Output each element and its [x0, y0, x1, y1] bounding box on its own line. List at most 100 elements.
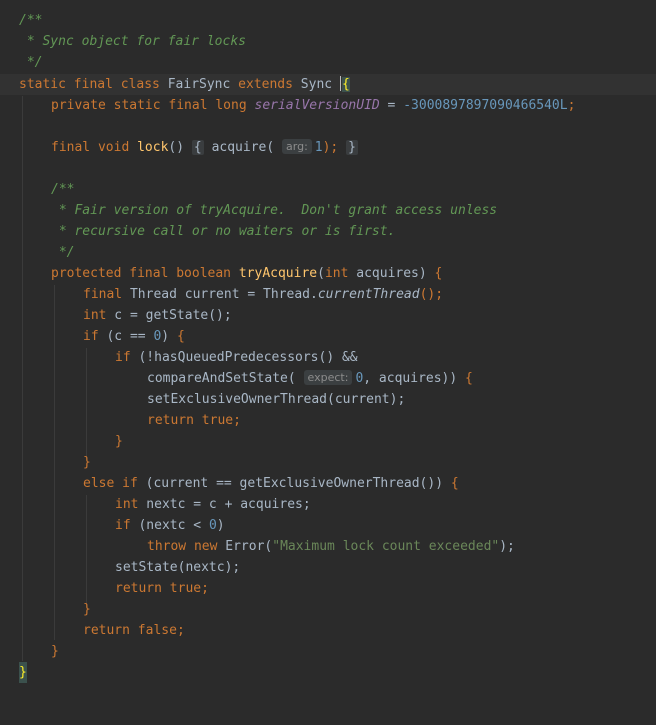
code-editor[interactable]: /** * Sync object for fair locks */ stat…	[0, 0, 656, 698]
doc-comment: * Sync object for fair locks	[19, 34, 246, 49]
code-line-3[interactable]: */	[0, 52, 656, 73]
semicolon: ;	[176, 623, 185, 638]
semicolon: ;	[233, 413, 241, 428]
folded-region-close[interactable]: }	[346, 140, 358, 155]
statement: throw new Error("Maximum lock count exce…	[147, 536, 515, 557]
code-line-13[interactable]: protected final boolean tryAcquire(int a…	[0, 263, 656, 284]
brace: }	[83, 602, 91, 617]
code-line-31[interactable]: }	[0, 641, 656, 662]
code-line-1[interactable]: /**	[0, 10, 656, 31]
parens: ()	[168, 140, 185, 155]
code-line-25[interactable]: if (nextc < 0)	[0, 515, 656, 536]
statement: int c = getState();	[83, 305, 232, 326]
super-class: Sync	[300, 77, 333, 92]
doc-comment: /**	[19, 13, 43, 28]
class-name: FairSync	[167, 77, 231, 92]
parameter-hint: arg:	[282, 139, 312, 154]
code-line-22[interactable]: }	[0, 452, 656, 473]
code-text: ();	[419, 287, 444, 302]
operator: =	[379, 98, 404, 113]
method-lock: final void lock() { acquire( arg: 1); }	[51, 137, 358, 158]
keyword: if	[83, 329, 99, 344]
code-text: Thread current = Thread.	[122, 287, 318, 302]
code-line-20[interactable]: return true;	[0, 410, 656, 431]
code-line-7[interactable]: final void lock() { acquire( arg: 1); }	[0, 137, 656, 158]
code-text: )	[216, 518, 225, 533]
number-literal: -3000897897090466540L	[403, 98, 568, 113]
doc-comment: */	[51, 245, 75, 260]
statement: int nextc = c + acquires;	[115, 494, 311, 515]
statement: if (c == 0) {	[83, 326, 185, 347]
code-line-10[interactable]: * Fair version of tryAcquire. Don't gran…	[0, 200, 656, 221]
code-line-27[interactable]: setState(nextc);	[0, 557, 656, 578]
code-line-17[interactable]: if (!hasQueuedPredecessors() &&	[0, 347, 656, 368]
paren: (	[266, 140, 275, 155]
keyword: return	[147, 413, 194, 428]
code-line-14[interactable]: final Thread current = Thread.currentThr…	[0, 284, 656, 305]
text-caret	[339, 76, 341, 91]
code-line-21[interactable]: }	[0, 431, 656, 452]
code-text: nextc = c + acquires;	[138, 497, 311, 512]
brace: {	[434, 266, 443, 281]
static-call: currentThread	[317, 287, 420, 302]
boolean-literal: false	[137, 623, 177, 638]
code-line-15[interactable]: int c = getState();	[0, 305, 656, 326]
code-line-5[interactable]: private static final long serialVersionU…	[0, 95, 656, 116]
keyword: final void	[51, 140, 130, 155]
keyword: int	[83, 308, 107, 323]
matched-brace: }	[19, 662, 27, 683]
brace: }	[83, 455, 91, 470]
brace: {	[176, 329, 185, 344]
code-line-9[interactable]: /**	[0, 179, 656, 200]
keyword: return	[83, 623, 130, 638]
keyword: extends	[238, 77, 293, 92]
keyword: protected final boolean	[51, 266, 232, 281]
param-name: acquires	[356, 266, 419, 281]
code-line-32[interactable]: }	[0, 662, 656, 683]
code-line-24[interactable]: int nextc = c + acquires;	[0, 494, 656, 515]
paren: )	[418, 266, 427, 281]
keyword: private static final long	[51, 98, 247, 113]
statement: final Thread current = Thread.currentThr…	[83, 284, 443, 305]
code-line-16[interactable]: if (c == 0) {	[0, 326, 656, 347]
code-line-29[interactable]: }	[0, 599, 656, 620]
code-line-4[interactable]: static final class FairSync extends Sync…	[0, 74, 656, 95]
statement: setExclusiveOwnerThread(current);	[147, 392, 406, 407]
code-line-19[interactable]: setExclusiveOwnerThread(current);	[0, 389, 656, 410]
code-line-26[interactable]: throw new Error("Maximum lock count exce…	[0, 536, 656, 557]
code-text: (current == getExclusiveOwnerThread())	[137, 476, 451, 491]
statement: return true;	[115, 578, 209, 599]
param-type: int	[324, 266, 349, 281]
code-line-18[interactable]: compareAndSetState( expect: 0, acquires))…	[0, 368, 656, 389]
code-text: );	[499, 539, 515, 554]
statement: compareAndSetState( expect: 0, acquires))…	[147, 368, 473, 389]
code-text: compareAndSetState(	[147, 371, 296, 386]
keyword: throw	[147, 539, 187, 554]
parameter-hint: expect:	[303, 370, 353, 385]
code-line-23[interactable]: else if (current == getExclusiveOwnerThr…	[0, 473, 656, 494]
doc-comment: */	[19, 55, 43, 70]
statement: if (!hasQueuedPredecessors() &&	[115, 347, 358, 368]
statement: setState(nextc);	[115, 560, 241, 575]
code-text: )	[161, 329, 177, 344]
field-name: serialVersionUID	[254, 98, 380, 113]
semicolon: ;	[567, 98, 576, 113]
string-literal: "Maximum lock count exceeded"	[272, 539, 500, 554]
keyword: new	[193, 539, 218, 554]
paren: (	[317, 266, 325, 281]
code-line-28[interactable]: return true;	[0, 578, 656, 599]
class-declaration: static final class FairSync extends Sync…	[19, 74, 350, 95]
code-line-30[interactable]: return false;	[0, 620, 656, 641]
semicolon: ;	[201, 581, 209, 596]
folded-region-open[interactable]: {	[191, 140, 204, 155]
code-line-2[interactable]: * Sync object for fair locks	[0, 31, 656, 52]
code-text: Error(	[217, 539, 273, 554]
statement: return false;	[83, 620, 185, 641]
method-name: tryAcquire	[238, 266, 318, 281]
matched-brace: {	[341, 77, 350, 92]
boolean-literal: true	[201, 413, 234, 428]
code-line-12[interactable]: */	[0, 242, 656, 263]
method-name: lock	[137, 140, 169, 155]
code-line-11[interactable]: * recursive call or no waiters or is fir…	[0, 221, 656, 242]
keyword: return	[115, 581, 162, 596]
